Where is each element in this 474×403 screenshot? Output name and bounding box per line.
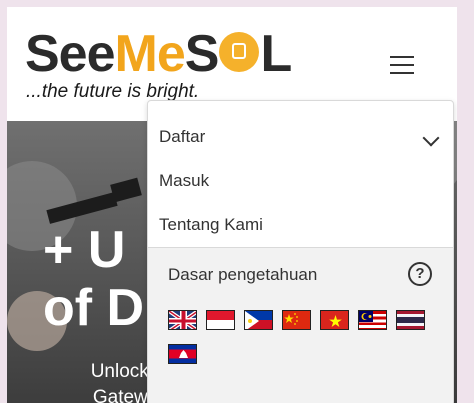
knowledge-base-section: Dasar pengetahuan ? xyxy=(148,247,453,403)
logo-o-lock-icon xyxy=(219,32,260,73)
help-circle-icon[interactable]: ? xyxy=(408,262,432,286)
menu-item-masuk[interactable]: Masuk xyxy=(159,171,209,191)
hero-title-line1: + U xyxy=(43,221,126,279)
nav-dropdown-menu: Daftar Masuk Tentang Kami Dasar pengetah… xyxy=(147,100,454,403)
menu-item-tentang-kami[interactable]: Tentang Kami xyxy=(159,215,263,235)
flag-philippines-icon[interactable] xyxy=(244,310,273,330)
hero-title-line2: of D xyxy=(43,279,145,337)
flag-indonesia-icon[interactable] xyxy=(206,310,235,330)
logo-me: Me xyxy=(114,25,186,83)
logo-see: See xyxy=(25,25,116,83)
menu-item-daftar[interactable]: Daftar xyxy=(159,127,205,147)
chevron-down-icon[interactable] xyxy=(422,129,440,147)
flag-uk-icon[interactable] xyxy=(168,310,197,330)
graduation-cap-shape xyxy=(110,177,142,203)
hamburger-icon[interactable] xyxy=(390,54,414,76)
flag-cambodia-icon[interactable] xyxy=(168,344,197,364)
flag-china-icon[interactable] xyxy=(282,310,311,330)
flag-malaysia-icon[interactable] xyxy=(358,310,387,330)
flag-vietnam-icon[interactable] xyxy=(320,310,349,330)
page: SeeMeS L ...the future is bright. + U of … xyxy=(7,7,457,403)
logo-l: L xyxy=(260,25,292,83)
logo-s: S xyxy=(184,25,220,83)
logo-wordmark: SeeMeS L xyxy=(25,25,292,83)
hero-title: + U of D xyxy=(43,221,144,337)
flag-thailand-icon[interactable] xyxy=(396,310,425,330)
brand-logo[interactable]: SeeMeS L ...the future is bright. xyxy=(25,25,325,105)
knowledge-base-link[interactable]: Dasar pengetahuan xyxy=(168,265,317,285)
